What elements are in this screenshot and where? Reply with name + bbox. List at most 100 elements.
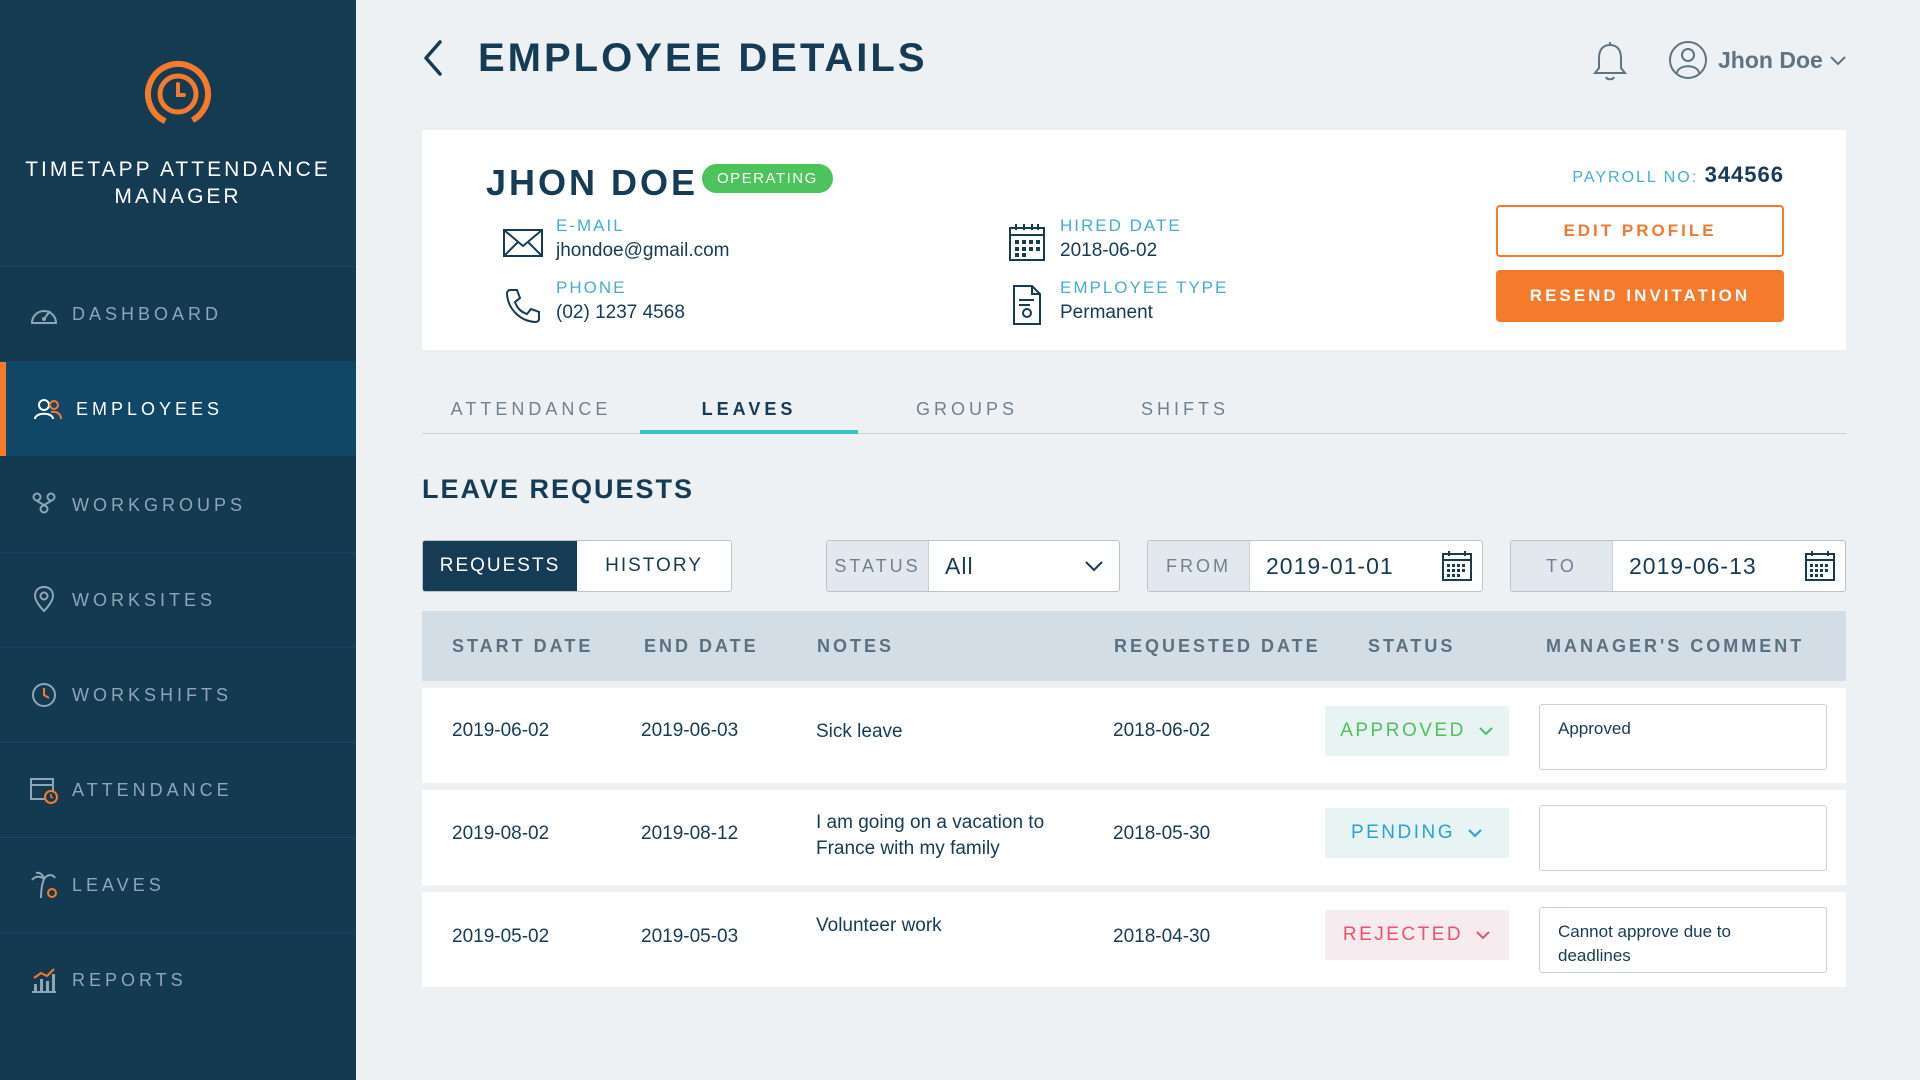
sidebar-item-label: WORKSHIFTS [72, 684, 232, 705]
app-title-line2: MANAGER [114, 185, 242, 208]
sidebar-item-workgroups[interactable]: WORKGROUPS [0, 458, 356, 552]
status-select[interactable]: PENDING [1325, 808, 1509, 858]
app-title: TIMETAPP ATTENDANCE MANAGER [25, 156, 331, 210]
document-badge-icon [1013, 285, 1041, 325]
notes: Volunteer work [816, 915, 942, 936]
status-badge: OPERATING [702, 164, 833, 193]
sidebar-item-dashboard[interactable]: DASHBOARD [0, 267, 356, 361]
profile-card: JHON DOE OPERATING E-MAIL jhondoe@gmail.… [422, 130, 1846, 350]
employee-type-label: EMPLOYEE TYPE [1060, 278, 1229, 297]
chevron-down-icon [1830, 56, 1846, 66]
top-bar: EMPLOYEE DETAILS Jhon Doe [356, 0, 1920, 120]
tab-attendance[interactable]: ATTENDANCE [422, 392, 640, 434]
email-value: jhondoe@gmail.com [556, 240, 730, 261]
manager-comment-field[interactable]: Approved [1539, 704, 1827, 770]
notes: Sick leave [816, 721, 903, 742]
sidebar: TIMETAPP ATTENDANCE MANAGER DASHBOARD EM… [0, 0, 356, 1080]
sidebar-item-label: DASHBOARD [72, 303, 223, 324]
calendar-clock-icon [28, 774, 60, 806]
table-header: START DATE END DATE NOTES REQUESTED DATE… [422, 611, 1846, 681]
phone-label: PHONE [556, 278, 627, 297]
column-header: MANAGER'S COMMENT [1546, 636, 1805, 656]
sidebar-item-employees[interactable]: EMPLOYEES [0, 362, 356, 456]
hired-date-value: 2018-06-02 [1060, 240, 1158, 261]
email-label: E-MAIL [556, 216, 625, 235]
notification-bell-icon[interactable] [1590, 40, 1630, 84]
status-select[interactable]: REJECTED [1325, 910, 1509, 960]
sidebar-item-worksites[interactable]: WORKSITES [0, 553, 356, 647]
tab-groups[interactable]: GROUPS [858, 392, 1076, 434]
to-date-value: 2019-06-13 [1629, 552, 1757, 579]
phone-info: PHONE (02) 1237 4568 [500, 278, 685, 328]
table-row: 2019-08-02 2019-08-12 I am going on a va… [422, 790, 1846, 885]
column-header: STATUS [1368, 636, 1456, 656]
notes: I am going on a vacation to France with … [816, 812, 1045, 859]
brand: TIMETAPP ATTENDANCE MANAGER [0, 0, 356, 267]
sidebar-item-reports[interactable]: REPORTS [0, 933, 356, 1027]
status-select[interactable]: APPROVED [1325, 706, 1509, 756]
app-title-line1: TIMETAPP ATTENDANCE [25, 158, 331, 181]
email-info: E-MAIL jhondoe@gmail.com [500, 216, 730, 266]
to-date-filter[interactable]: TO 2019-06-13 [1510, 540, 1846, 592]
status-value: PENDING [1350, 822, 1456, 843]
history-toggle-button[interactable]: HISTORY [577, 541, 731, 591]
status-value: APPROVED [1340, 720, 1466, 741]
back-arrow-icon[interactable] [418, 38, 448, 78]
requests-toggle-button[interactable]: REQUESTS [423, 541, 577, 591]
to-label: TO [1511, 541, 1613, 591]
calendar-icon[interactable] [1432, 541, 1482, 591]
edit-profile-button[interactable]: EDIT PROFILE [1496, 205, 1784, 257]
palm-tree-icon [28, 869, 60, 901]
phone-icon [505, 289, 540, 324]
calendar-icon [1009, 224, 1045, 261]
user-avatar-icon [1669, 41, 1707, 79]
payroll-number: 344566 [1704, 162, 1784, 187]
end-date: 2019-06-03 [641, 720, 739, 741]
from-date-filter[interactable]: FROM 2019-01-01 [1147, 540, 1483, 592]
column-header: END DATE [644, 636, 759, 656]
gauge-icon [28, 298, 60, 330]
bar-chart-icon [28, 964, 60, 996]
table-row: 2019-05-02 2019-05-03 Volunteer work 201… [422, 892, 1846, 987]
chevron-down-icon [1468, 829, 1482, 838]
chevron-down-icon [1476, 931, 1490, 940]
manager-comment-field[interactable]: Cannot approve due to deadlines [1539, 907, 1827, 973]
start-date: 2019-05-02 [452, 926, 550, 947]
leave-requests-table: START DATE END DATE NOTES REQUESTED DATE… [422, 611, 1846, 987]
column-header: NOTES [817, 636, 895, 656]
chevron-down-icon [1069, 541, 1119, 591]
user-menu[interactable]: Jhon Doe [1668, 40, 1847, 80]
manager-comment-field[interactable] [1539, 805, 1827, 871]
sidebar-item-leaves[interactable]: LEAVES [0, 838, 356, 932]
resend-invitation-button[interactable]: RESEND INVITATION [1496, 270, 1784, 322]
from-date-value: 2019-01-01 [1266, 552, 1394, 579]
status-value: REJECTED [1342, 924, 1464, 945]
requests-history-toggle: REQUESTS HISTORY [422, 540, 732, 592]
clock-logo-icon [145, 61, 211, 127]
workgroups-icon [28, 489, 60, 521]
requested-date: 2018-04-30 [1113, 926, 1211, 947]
envelope-icon [503, 229, 543, 257]
hired-date-label: HIRED DATE [1060, 216, 1182, 235]
table-row: 2019-06-02 2019-06-03 Sick leave 2018-06… [422, 688, 1846, 783]
tab-leaves[interactable]: LEAVES [640, 392, 858, 434]
sidebar-item-label: EMPLOYEES [76, 398, 224, 419]
calendar-icon[interactable] [1795, 541, 1845, 591]
tab-bar: ATTENDANCE LEAVES GROUPS SHIFTS [422, 392, 1846, 434]
employee-name: JHON DOE [486, 162, 699, 203]
employee-type-value: Permanent [1060, 302, 1153, 323]
tab-shifts[interactable]: SHIFTS [1076, 392, 1294, 434]
start-date: 2019-08-02 [452, 823, 550, 844]
sidebar-item-attendance[interactable]: ATTENDANCE [0, 743, 356, 837]
phone-value: (02) 1237 4568 [556, 302, 685, 323]
section-title: LEAVE REQUESTS [422, 474, 695, 504]
status-filter-value: All [945, 552, 974, 579]
column-header: START DATE [452, 636, 594, 656]
payroll-label: PAYROLL NO: [1572, 169, 1699, 186]
users-icon [32, 393, 64, 425]
sidebar-item-workshifts[interactable]: WORKSHIFTS [0, 648, 356, 742]
status-filter[interactable]: STATUS All [826, 540, 1120, 592]
sidebar-item-label: REPORTS [72, 969, 187, 990]
location-pin-icon [28, 584, 60, 616]
from-label: FROM [1148, 541, 1250, 591]
